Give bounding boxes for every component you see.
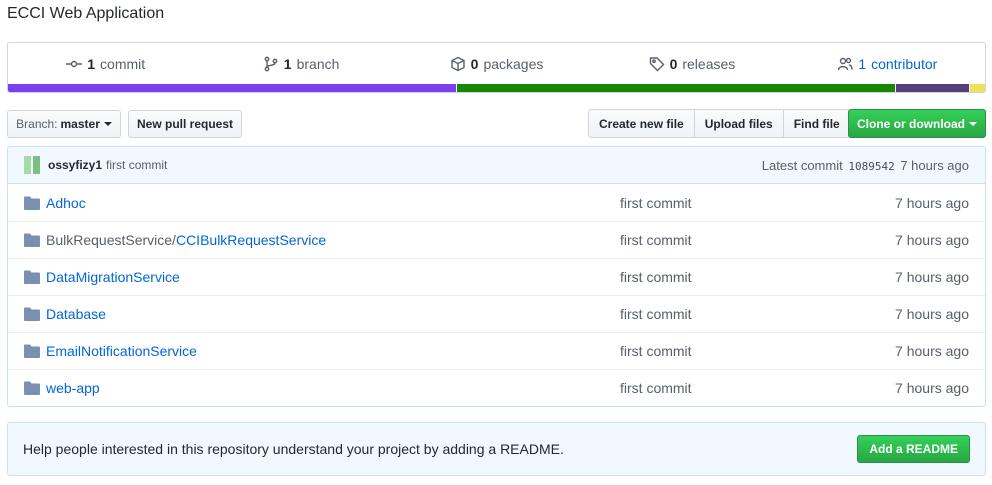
language-segment[interactable] bbox=[457, 84, 896, 92]
file-age: 7 hours ago bbox=[895, 380, 969, 396]
commits-count-link[interactable]: 1 commit bbox=[8, 56, 203, 72]
commits-label: commit bbox=[100, 56, 146, 72]
contributors-label: contributor bbox=[871, 56, 938, 72]
file-row: Adhoc first commit 7 hours ago bbox=[8, 184, 985, 221]
clone-or-download-button[interactable]: Clone or download bbox=[848, 109, 986, 138]
file-name: EmailNotificationService bbox=[46, 343, 197, 359]
package-icon bbox=[450, 56, 465, 72]
commit-author-link[interactable]: ossyfizy1 bbox=[48, 158, 102, 172]
file-path-prefix: BulkRequestService/ bbox=[46, 232, 176, 248]
file-row: Database first commit 7 hours ago bbox=[8, 295, 985, 332]
file-name: DataMigrationService bbox=[46, 269, 180, 285]
file-age: 7 hours ago bbox=[895, 343, 969, 359]
file-actions-group: Create new file Upload files Find file bbox=[588, 109, 851, 138]
file-name-link[interactable]: Database bbox=[46, 306, 620, 322]
file-commit-message-link[interactable]: first commit bbox=[620, 195, 895, 211]
file-name-link[interactable]: DataMigrationService bbox=[46, 269, 620, 285]
releases-count-link[interactable]: 0 releases bbox=[594, 56, 789, 72]
latest-commit-info: Latest commit 1089542 7 hours ago bbox=[762, 158, 969, 173]
new-pull-request-button[interactable]: New pull request bbox=[128, 110, 242, 138]
file-name-link[interactable]: EmailNotificationService bbox=[46, 343, 620, 359]
upload-files-button[interactable]: Upload files bbox=[693, 109, 784, 138]
readme-prompt: Help people interested in this repositor… bbox=[7, 422, 986, 476]
tag-icon bbox=[649, 57, 665, 72]
find-file-button[interactable]: Find file bbox=[782, 109, 851, 138]
language-segment[interactable] bbox=[8, 84, 457, 92]
add-readme-button[interactable]: Add a README bbox=[857, 435, 970, 463]
commit-message-link[interactable]: first commit bbox=[106, 158, 167, 172]
folder-icon bbox=[24, 233, 40, 247]
readme-prompt-text: Help people interested in this repositor… bbox=[23, 441, 564, 457]
file-commit-message-link[interactable]: first commit bbox=[620, 269, 895, 285]
branch-select-button[interactable]: Branch: master bbox=[7, 110, 121, 138]
file-age: 7 hours ago bbox=[895, 269, 969, 285]
folder-icon bbox=[24, 344, 40, 358]
releases-label: releases bbox=[682, 56, 736, 72]
file-name: CCIBulkRequestService bbox=[175, 232, 327, 248]
people-icon bbox=[838, 57, 854, 71]
packages-label: packages bbox=[483, 56, 544, 72]
file-name-link[interactable]: web-app bbox=[46, 380, 620, 396]
branch-icon bbox=[264, 56, 278, 72]
file-name-link[interactable]: Adhoc bbox=[46, 195, 620, 211]
file-commit-message-link[interactable]: first commit bbox=[620, 232, 895, 248]
packages-count-link[interactable]: 0 packages bbox=[399, 56, 594, 72]
commit-tease: ossyfizy1 first commit Latest commit 108… bbox=[8, 147, 985, 184]
file-age: 7 hours ago bbox=[895, 194, 969, 211]
file-list: Adhoc first commit 7 hours ago BulkRequestS… bbox=[8, 184, 985, 406]
language-bar[interactable] bbox=[8, 84, 985, 92]
file-name: Adhoc bbox=[46, 194, 86, 211]
clone-label: Clone or download bbox=[857, 116, 965, 131]
branches-label: branch bbox=[296, 56, 340, 72]
file-name-link[interactable]: BulkRequestService/CCIBulkRequestService bbox=[46, 232, 620, 248]
file-navigation: ossyfizy1 first commit Latest commit 108… bbox=[7, 146, 986, 407]
latest-commit-prefix: Latest commit bbox=[761, 157, 843, 173]
numbers-summary: 1 commit 1 branch 0 packages 0 releases … bbox=[7, 42, 986, 93]
file-age: 7 hours ago bbox=[895, 232, 969, 248]
folder-icon bbox=[24, 270, 40, 284]
file-row: web-app first commit 7 hours ago bbox=[8, 369, 985, 406]
file-commit-message-link[interactable]: first commit bbox=[620, 343, 895, 359]
folder-icon bbox=[24, 196, 40, 210]
branch-prefix: Branch: bbox=[16, 117, 58, 131]
branches-count: 1 bbox=[283, 56, 292, 72]
repo-description: ECCI Web Application bbox=[7, 5, 165, 22]
file-row: BulkRequestService/CCIBulkRequestService… bbox=[8, 221, 985, 258]
create-new-file-button[interactable]: Create new file bbox=[588, 109, 695, 138]
file-commit-message-link[interactable]: first commit bbox=[620, 380, 895, 396]
latest-commit-age: 7 hours ago bbox=[900, 157, 969, 173]
contributors-count-link[interactable]: 1 contributor bbox=[790, 56, 985, 72]
language-segment[interactable] bbox=[896, 84, 970, 92]
branch-name: master bbox=[60, 117, 100, 131]
file-name: web-app bbox=[46, 380, 100, 396]
packages-count: 0 bbox=[470, 56, 479, 72]
file-row: DataMigrationService first commit 7 hours … bbox=[8, 258, 985, 295]
file-row: EmailNotificationService first commit 7 ho… bbox=[8, 332, 985, 369]
language-segment[interactable] bbox=[970, 84, 985, 92]
commits-count: 1 bbox=[87, 56, 96, 72]
commit-sha-link[interactable]: 1089542 bbox=[848, 160, 894, 173]
file-age: 7 hours ago bbox=[895, 306, 969, 322]
contributors-count: 1 bbox=[858, 56, 867, 72]
commit-icon bbox=[66, 60, 83, 68]
avatar[interactable] bbox=[24, 156, 42, 174]
file-name: Database bbox=[46, 306, 106, 322]
caret-down-icon bbox=[969, 121, 977, 126]
folder-icon bbox=[24, 307, 40, 321]
releases-count: 0 bbox=[669, 56, 678, 72]
caret-down-icon bbox=[103, 122, 112, 126]
file-commit-message-link[interactable]: first commit bbox=[620, 306, 895, 322]
branches-count-link[interactable]: 1 branch bbox=[203, 56, 398, 72]
folder-icon bbox=[24, 381, 40, 395]
